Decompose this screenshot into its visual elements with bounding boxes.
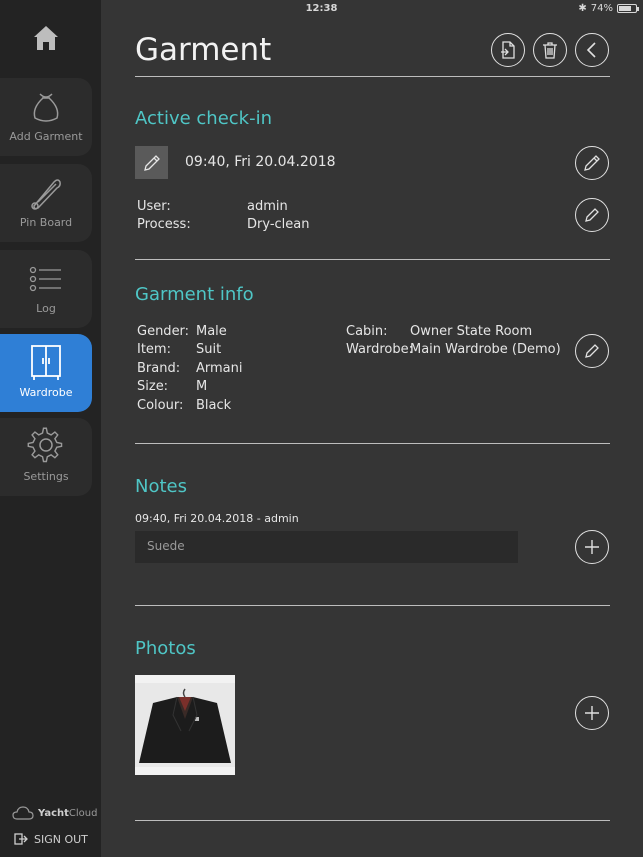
notes-section-title: Notes [135,476,187,497]
sidebar-item-wardrobe[interactable]: Wardrobe [0,334,92,412]
sidebar-item-label: Log [36,302,56,315]
add-photo-button[interactable] [575,696,609,730]
garment-photo-thumbnail[interactable] [135,675,235,775]
brand-label: Brand: [137,361,181,376]
gender-label: Gender: [137,324,190,339]
process-value: Dry-clean [247,217,310,232]
item-value: Suit [196,342,222,357]
cloud-icon [12,806,34,820]
pen-icon [584,155,600,171]
user-label: User: [137,199,171,214]
add-note-button[interactable] [575,530,609,564]
sidebar-item-label: Wardrobe [19,386,73,399]
checkin-action-button[interactable] [575,146,609,180]
photos-section-title: Photos [135,638,196,659]
plus-icon [585,706,599,720]
sidebar-item-pin-board[interactable]: Pin Board [0,164,92,242]
gear-icon [27,427,63,463]
sidebar-item-label: Add Garment [9,130,83,143]
page-title: Garment [135,32,272,68]
safety-pin-icon [31,179,61,210]
note-text[interactable]: Suede [135,531,518,563]
sign-out-button[interactable]: SIGN OUT [14,832,88,846]
laundry-bag-icon [33,93,59,122]
info-section-title: Garment info [135,284,254,305]
brand-bold: Yacht [38,807,69,819]
wardrobe-value: Main Wardrobe (Demo) [410,342,561,357]
divider [135,820,610,821]
size-value: M [196,379,208,394]
wardrobe-icon [31,345,61,380]
sidebar-item-add-garment[interactable]: Add Garment [0,78,92,156]
sidebar-item-label: Pin Board [19,216,73,229]
list-icon [29,266,61,292]
suit-photo [135,675,235,775]
divider [135,443,610,444]
colour-value: Black [196,398,232,413]
sign-out-label: SIGN OUT [34,832,88,846]
note-meta: 09:40, Fri 20.04.2018 - admin [135,512,299,525]
sidebar: Add Garment Pin Board Log Wardrobe Setti… [0,0,101,857]
gender-value: Male [196,324,227,339]
divider [135,605,610,606]
cabin-label: Cabin: [346,324,388,339]
plus-icon [585,540,599,554]
wardrobe-label: Wardrobe: [346,342,413,357]
trash-icon [543,42,557,59]
document-export-icon [501,41,515,59]
divider [135,76,610,77]
export-button[interactable] [491,33,525,67]
brand-logo: YachtCloud [12,806,97,820]
edit-checkin-button[interactable] [575,198,609,232]
process-label: Process: [137,217,191,232]
sidebar-item-settings[interactable]: Settings [0,418,92,496]
main-content: Garment Active check-in 09:40, Fri 20.04… [101,0,643,857]
edit-info-button[interactable] [575,334,609,368]
delete-button[interactable] [533,33,567,67]
checkin-datetime: 09:40, Fri 20.04.2018 [185,154,336,170]
home-icon[interactable] [32,24,60,52]
cabin-value: Owner State Room [410,324,533,339]
chevron-left-icon [586,42,596,58]
checkin-section-title: Active check-in [135,108,273,129]
pencil-icon [585,344,599,358]
sign-out-icon [14,833,28,845]
checkin-status-badge [135,146,168,179]
size-label: Size: [137,379,169,394]
sidebar-item-log[interactable]: Log [0,250,92,328]
sidebar-item-label: Settings [23,470,69,483]
brand-rest: Cloud [68,807,98,819]
colour-label: Colour: [137,398,184,413]
pen-icon [143,154,160,171]
pencil-icon [585,208,599,222]
user-value: admin [247,199,288,214]
brand-value: Armani [196,361,243,376]
divider [135,259,610,260]
item-label: Item: [137,342,171,357]
back-button[interactable] [575,33,609,67]
